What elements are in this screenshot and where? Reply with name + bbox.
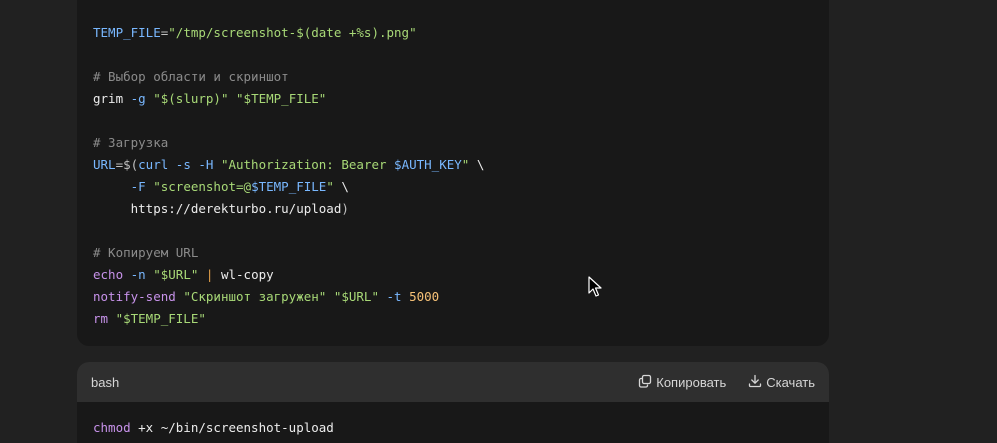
code-line: https://derekturbo.ru/upload) <box>93 198 484 220</box>
code-line: chmod +x ~/bin/screenshot-upload <box>93 417 334 439</box>
code-token: \ <box>476 157 485 172</box>
code-block-actions: Копировать Скачать <box>638 374 815 391</box>
code-token: "$(slurp)" <box>153 91 237 106</box>
code-content: TEMP_FILE="/tmp/screenshot-$(date +%s).p… <box>93 22 484 330</box>
code-token: $TEMP_FILE <box>251 179 327 194</box>
code-block-bash: bash Копировать Скачать chmod +x ~/bin/s… <box>77 362 829 443</box>
code-token: TEMP_FILE <box>93 25 161 40</box>
code-token: | <box>205 267 221 282</box>
code-token: # Загрузка <box>93 135 169 150</box>
code-token: chmod <box>93 420 139 435</box>
code-block-header: bash Копировать Скачать <box>77 362 829 402</box>
code-line: # Загрузка <box>93 132 484 154</box>
code-line: -F "screenshot=@$TEMP_FILE" \ <box>93 176 484 198</box>
code-token: "/tmp/screenshot-$(date +%s).png" <box>168 25 417 40</box>
code-token: echo <box>93 267 131 282</box>
code-token: " <box>326 179 342 194</box>
code-line: # Копируем URL <box>93 242 484 264</box>
code-token: "Скриншот загружен" <box>183 289 334 304</box>
code-token: wl-copy <box>220 267 274 282</box>
code-token: "$URL" <box>153 267 206 282</box>
code-token: notify-send <box>93 289 184 304</box>
code-token: https://derekturbo.ru/upload <box>93 201 342 216</box>
code-token: 5000 <box>409 289 440 304</box>
code-token: +x ~/bin/screenshot-upload <box>138 420 334 435</box>
code-token: -n <box>130 267 154 282</box>
code-token: ) <box>341 201 349 216</box>
code-token: "$TEMP_FILE" <box>236 91 327 106</box>
code-token: # Выбор области и скриншот <box>93 69 289 84</box>
code-line: notify-send "Скриншот загружен" "$URL" -… <box>93 286 484 308</box>
code-token: URL <box>93 157 116 172</box>
code-token: =$( <box>115 157 139 172</box>
code-token: -F <box>130 179 154 194</box>
code-token: grim <box>93 91 131 106</box>
mouse-cursor-icon <box>588 276 602 298</box>
code-token: "screenshot=@ <box>153 179 252 194</box>
code-token: "$URL" <box>333 289 387 304</box>
download-label: Скачать <box>766 374 815 390</box>
code-content: chmod +x ~/bin/screenshot-upload <box>93 417 334 439</box>
code-token: curl <box>138 157 176 172</box>
code-block-script: TEMP_FILE="/tmp/screenshot-$(date +%s).p… <box>77 0 829 346</box>
code-token: "Authorization: Bearer <box>220 157 395 172</box>
code-line: echo -n "$URL" | wl-copy <box>93 264 484 286</box>
code-line: grim -g "$(slurp)" "$TEMP_FILE" <box>93 88 484 110</box>
code-line: URL=$(curl -s -H "Authorization: Bearer … <box>93 154 484 176</box>
code-token: "$TEMP_FILE" <box>115 311 206 326</box>
code-line: TEMP_FILE="/tmp/screenshot-$(date +%s).p… <box>93 22 484 44</box>
code-token: \ <box>341 179 349 194</box>
code-token: -g <box>130 91 154 106</box>
code-line: # Выбор области и скриншот <box>93 66 484 88</box>
copy-label: Копировать <box>656 374 727 390</box>
copy-icon <box>638 374 652 391</box>
code-token: " <box>461 157 477 172</box>
code-token: # Копируем URL <box>93 245 199 260</box>
copy-button[interactable]: Копировать <box>638 374 726 391</box>
code-token: $AUTH_KEY <box>394 157 462 172</box>
download-icon <box>748 374 762 391</box>
code-line: rm "$TEMP_FILE" <box>93 308 484 330</box>
code-token: rm <box>93 311 116 326</box>
code-token: -H <box>198 157 221 172</box>
code-token: -t <box>386 289 410 304</box>
download-button[interactable]: Скачать <box>748 374 815 391</box>
code-language-label: bash <box>91 374 120 390</box>
code-token: -s <box>175 157 199 172</box>
